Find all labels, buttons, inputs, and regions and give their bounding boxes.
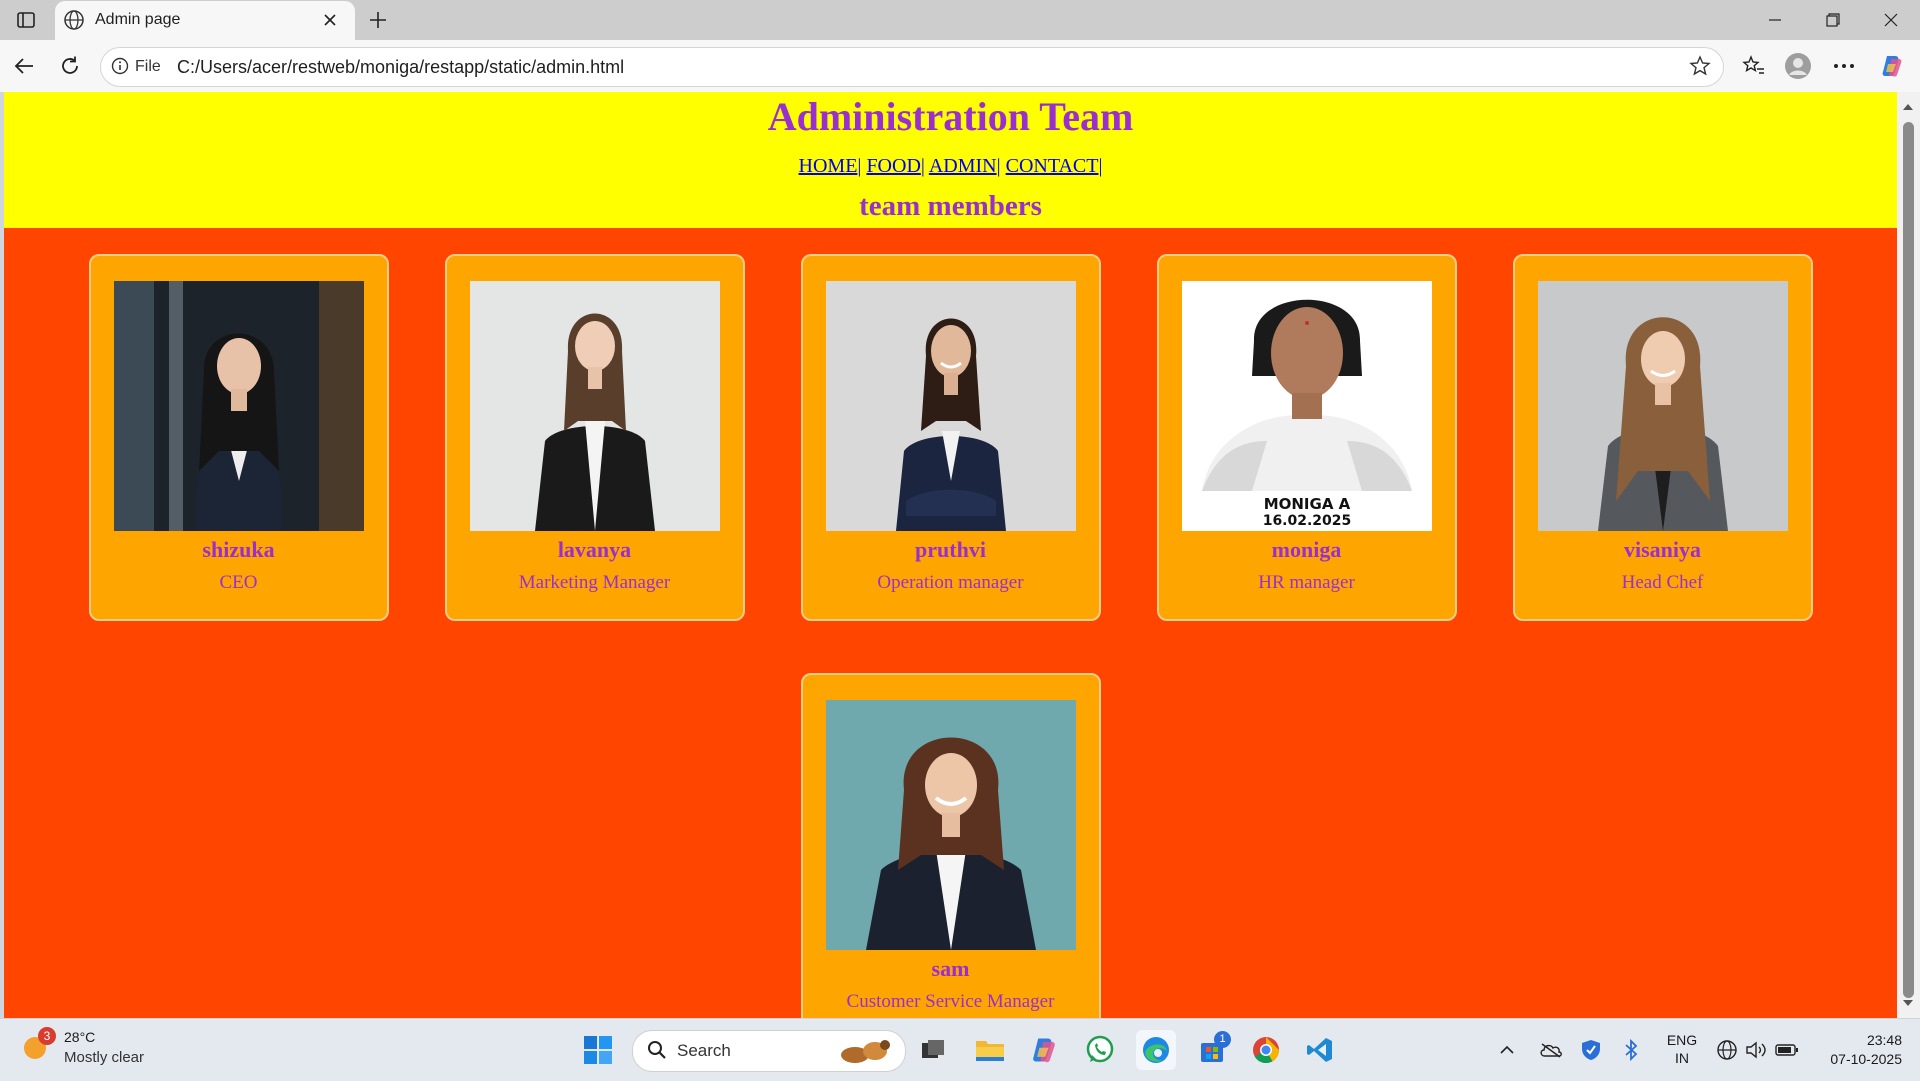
info-icon[interactable] bbox=[111, 57, 129, 80]
profile-avatar-icon[interactable] bbox=[1782, 50, 1814, 82]
address-bar[interactable]: File C:/Users/acer/restweb/moniga/restap… bbox=[100, 47, 1724, 87]
member-name: moniga bbox=[1271, 537, 1342, 562]
reload-icon[interactable] bbox=[54, 50, 86, 82]
member-role: Customer Service Manager bbox=[846, 991, 1055, 1012]
search-highlight-icon bbox=[835, 1035, 897, 1072]
restore-icon[interactable] bbox=[1810, 6, 1856, 34]
search-icon bbox=[647, 1040, 667, 1065]
copilot-app-icon[interactable] bbox=[1024, 1030, 1064, 1070]
member-photo bbox=[1537, 281, 1788, 531]
member-card: shizuka CEO bbox=[88, 254, 389, 621]
windows-start-icon[interactable] bbox=[578, 1030, 618, 1070]
member-photo bbox=[469, 281, 720, 531]
edge-browser-icon[interactable] bbox=[1136, 1030, 1176, 1070]
scroll-down-arrow-icon[interactable] bbox=[1902, 994, 1914, 1012]
member-role: HR manager bbox=[1258, 572, 1355, 593]
volume-icon[interactable] bbox=[1742, 1030, 1772, 1070]
back-icon[interactable] bbox=[8, 50, 40, 82]
page-header: Administration Team HOME| FOOD| ADMIN| C… bbox=[4, 92, 1897, 228]
show-hidden-icons-chevron-icon[interactable] bbox=[1492, 1030, 1522, 1070]
favorites-icon[interactable] bbox=[1738, 50, 1770, 82]
store-notification-badge: 1 bbox=[1214, 1031, 1231, 1048]
search-placeholder: Search bbox=[677, 1041, 731, 1060]
taskbar-search[interactable]: Search bbox=[632, 1030, 906, 1072]
chrome-icon[interactable] bbox=[1246, 1030, 1286, 1070]
member-card: sam Customer Service Manager bbox=[800, 673, 1101, 1018]
favorite-star-icon[interactable] bbox=[1689, 55, 1711, 82]
battery-icon[interactable] bbox=[1772, 1030, 1802, 1070]
language-region: IN bbox=[1675, 1050, 1689, 1066]
team-heading: team members bbox=[859, 190, 1042, 222]
member-name: visaniya bbox=[1623, 537, 1702, 562]
member-photo: MONIGA A 16.02.2025 bbox=[1181, 281, 1432, 531]
member-name: lavanya bbox=[557, 537, 632, 562]
member-photo bbox=[825, 700, 1076, 950]
clock[interactable]: 23:48 07-10-2025 bbox=[1812, 1031, 1902, 1069]
onedrive-icon[interactable] bbox=[1536, 1030, 1566, 1070]
member-name: shizuka bbox=[202, 537, 275, 562]
new-tab-icon[interactable] bbox=[364, 6, 392, 34]
minimize-icon[interactable] bbox=[1752, 6, 1798, 34]
language-indicator[interactable]: ENG IN bbox=[1660, 1031, 1704, 1067]
member-card: lavanya Marketing Manager bbox=[444, 254, 745, 621]
file-explorer-icon[interactable] bbox=[970, 1030, 1010, 1070]
nav-link-home[interactable]: HOME bbox=[799, 155, 858, 177]
page-title: Administration Team bbox=[767, 94, 1134, 139]
globe-icon bbox=[63, 9, 85, 36]
more-options-icon[interactable] bbox=[1828, 50, 1860, 82]
url-text[interactable]: C:/Users/acer/restweb/moniga/restapp/sta… bbox=[177, 57, 624, 78]
nav-separator: | bbox=[1098, 155, 1103, 177]
file-label: File bbox=[135, 58, 161, 75]
member-role: CEO bbox=[219, 572, 258, 593]
photo-caption-date: 16.02.2025 bbox=[1262, 513, 1351, 529]
nav-link-admin[interactable]: ADMIN bbox=[929, 155, 997, 177]
task-view-icon[interactable] bbox=[914, 1030, 954, 1070]
nav-separator: | bbox=[857, 155, 862, 177]
page-viewport: Administration Team HOME| FOOD| ADMIN| C… bbox=[4, 92, 1897, 1018]
active-tab[interactable]: Admin page bbox=[55, 1, 355, 40]
scroll-thumb[interactable] bbox=[1903, 122, 1914, 998]
team-cards: shizuka CEO lavanya Marketing Manager pr… bbox=[4, 228, 1897, 1018]
security-shield-icon[interactable] bbox=[1576, 1030, 1606, 1070]
weather-condition: Mostly clear bbox=[64, 1049, 145, 1066]
close-window-icon[interactable] bbox=[1868, 6, 1914, 34]
page-scrollbar[interactable] bbox=[1897, 92, 1920, 1018]
nav-link-food[interactable]: FOOD bbox=[866, 155, 920, 177]
scroll-up-arrow-icon[interactable] bbox=[1902, 98, 1914, 116]
nav-separator: | bbox=[920, 155, 925, 177]
photo-caption-name: MONIGA A bbox=[1263, 495, 1350, 513]
nav-separator: | bbox=[996, 155, 1001, 177]
tab-title: Admin page bbox=[95, 11, 181, 28]
browser-toolbar: File C:/Users/acer/restweb/moniga/restap… bbox=[0, 40, 1920, 92]
member-card: pruthvi Operation manager bbox=[800, 254, 1101, 621]
vscode-icon[interactable] bbox=[1300, 1030, 1340, 1070]
copilot-icon[interactable] bbox=[1876, 50, 1908, 82]
member-card: visaniya Head Chef bbox=[1512, 254, 1813, 621]
member-role: Marketing Manager bbox=[518, 572, 671, 593]
whatsapp-icon[interactable] bbox=[1080, 1030, 1120, 1070]
clock-date: 07-10-2025 bbox=[1830, 1051, 1902, 1067]
weather-badge: 3 bbox=[38, 1027, 56, 1045]
member-card: MONIGA A 16.02.2025 moniga HR manager bbox=[1156, 254, 1457, 621]
nav-link-contact[interactable]: CONTACT bbox=[1006, 155, 1099, 177]
language-code: ENG bbox=[1666, 1032, 1698, 1048]
microsoft-store-icon[interactable]: 1 bbox=[1192, 1030, 1232, 1070]
clock-time: 23:48 bbox=[1866, 1032, 1902, 1048]
network-globe-icon[interactable] bbox=[1712, 1030, 1742, 1070]
tab-strip: Admin page bbox=[0, 0, 1920, 40]
member-photo bbox=[825, 281, 1076, 531]
member-name: sam bbox=[931, 956, 970, 981]
member-photo bbox=[113, 281, 364, 531]
member-name: pruthvi bbox=[915, 537, 986, 562]
member-role: Operation manager bbox=[877, 572, 1024, 593]
taskbar: 3 28°C Mostly clear Search 1 ENG IN 23:4… bbox=[0, 1018, 1920, 1081]
close-tab-icon[interactable] bbox=[319, 9, 341, 31]
main-nav: HOME| FOOD| ADMIN| CONTACT| bbox=[4, 154, 1897, 178]
tab-actions-icon[interactable] bbox=[10, 8, 42, 32]
weather-temp: 28°C bbox=[64, 1029, 96, 1045]
bluetooth-icon[interactable] bbox=[1616, 1030, 1646, 1070]
member-role: Head Chef bbox=[1621, 572, 1704, 593]
